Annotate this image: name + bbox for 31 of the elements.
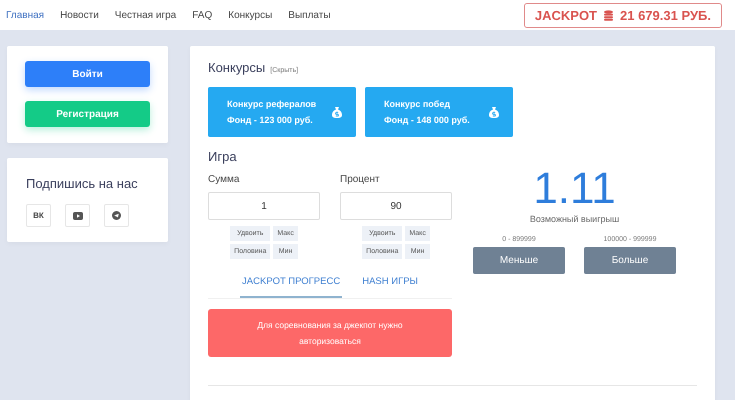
nav-link[interactable]: Главная [6, 10, 44, 20]
play-icon [72, 212, 82, 220]
coins-icon [603, 10, 614, 20]
multiplier-caption: Возможный выигрыш [530, 214, 620, 224]
jackpot-label: JACKPOT [534, 8, 597, 22]
bet-button[interactable]: Меньше [473, 247, 565, 274]
jackpot-amount: 21 679.31 РУБ. [620, 8, 711, 22]
nav-link[interactable]: FAQ [192, 10, 212, 20]
money-bag-icon [489, 106, 499, 118]
input-field[interactable]: 90 [340, 192, 452, 220]
contests-title: Конкурсы [208, 60, 266, 75]
nav-link[interactable]: Новости [60, 10, 99, 20]
login-button[interactable]: Войти [25, 61, 150, 87]
nav-link[interactable]: Честная игра [114, 10, 176, 20]
game-title: Игра [208, 149, 237, 164]
bet-button[interactable]: Больше [584, 247, 676, 274]
social-title: Подпишись на нас [26, 176, 139, 191]
alert-message: Для соревнования за джекпот нужно авторизоваться [208, 309, 452, 357]
youtube-link[interactable] [65, 204, 90, 227]
money-bag-icon [332, 106, 342, 118]
tab[interactable]: HASH ИГРЫ [360, 272, 420, 298]
nav-link[interactable]: Выплаты [288, 10, 331, 20]
field-label: Процент [340, 174, 381, 185]
field-label: Сумма [208, 174, 240, 185]
multiplier-value: 1.11 [533, 166, 616, 212]
telegram-link[interactable] [104, 204, 129, 227]
vk-link[interactable]: ВК [26, 204, 51, 227]
tab[interactable]: JACKPOT ПРОГРЕСС [240, 272, 342, 298]
input-field[interactable]: 1 [208, 192, 320, 220]
paper-plane-icon [112, 211, 121, 220]
nav-link[interactable]: Конкурсы [228, 10, 272, 20]
